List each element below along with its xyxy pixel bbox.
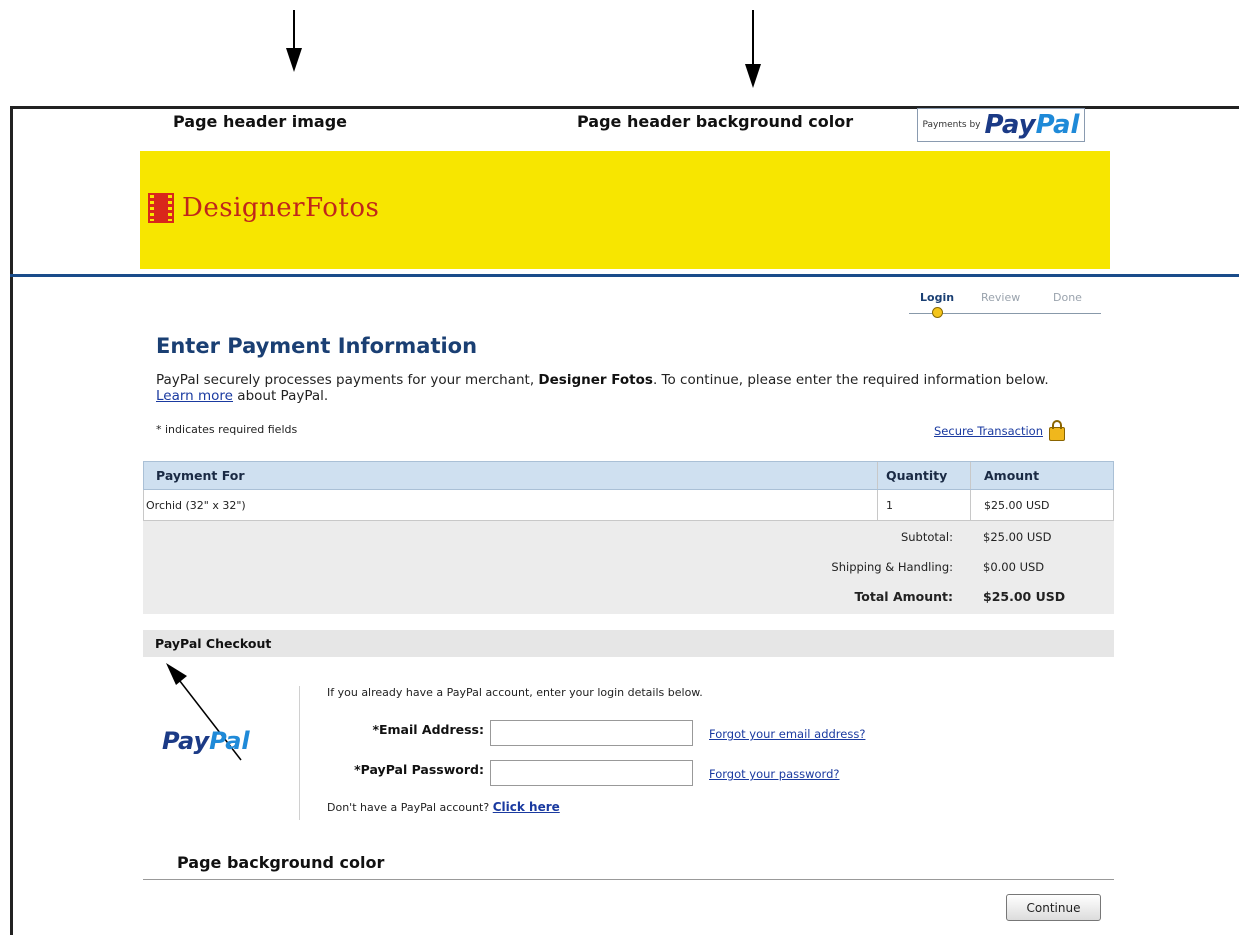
annotation-page-background-color: Page background color: [177, 853, 385, 872]
forgot-password-link[interactable]: Forgot your password?: [709, 767, 839, 781]
step-review: Review: [981, 291, 1021, 304]
paypal-logo-badge: PayPal: [984, 110, 1080, 140]
header-divider: [10, 274, 1239, 277]
subtotal-label: Subtotal:: [900, 530, 953, 544]
required-fields-note: * indicates required fields: [156, 423, 298, 436]
totals-block: Subtotal: $25.00 USD Shipping & Handling…: [143, 521, 1114, 614]
payments-by-text: Payments by: [922, 120, 981, 130]
merchant-logo: DesignerFotos: [148, 193, 379, 223]
annotation-arrowhead-header-image: [286, 48, 302, 72]
payments-by-paypal-badge: Payments by PayPal: [917, 108, 1085, 142]
header-quantity: Quantity: [886, 468, 948, 483]
email-label: *Email Address:: [372, 722, 484, 737]
header-amount: Amount: [984, 468, 1040, 483]
password-label: *PayPal Password:: [354, 762, 484, 777]
step-done: Done: [1053, 291, 1082, 304]
secure-transaction: Secure Transaction: [934, 420, 1065, 441]
bottom-divider: [143, 879, 1114, 880]
shipping-value: $0.00 USD: [983, 560, 1045, 574]
page-title: Enter Payment Information: [156, 334, 478, 358]
login-intro-text: If you already have a PayPal account, en…: [327, 686, 703, 699]
film-strip-icon: [148, 193, 174, 223]
subtotal-value: $25.00 USD: [983, 530, 1052, 544]
total-label: Total Amount:: [854, 589, 953, 604]
annotation-arrow-header-bg: [752, 10, 754, 65]
row-item: Orchid (32" x 32"): [146, 498, 246, 512]
row-quantity: 1: [886, 498, 893, 512]
paypal-checkout-section-title: PayPal Checkout: [143, 630, 1114, 657]
total-value: $25.00 USD: [983, 589, 1066, 604]
email-field[interactable]: [490, 720, 693, 746]
click-here-link[interactable]: Click here: [493, 800, 560, 814]
annotation-page-header-image: Page header image: [173, 112, 348, 131]
annotation-arrowhead-header-bg: [745, 64, 761, 88]
paypal-logo: PayPal: [162, 727, 250, 755]
lock-icon: [1048, 420, 1065, 441]
annotation-page-header-bg-color: Page header background color: [577, 112, 854, 131]
no-account-text: Don't have a PayPal account? Click here: [327, 800, 560, 814]
merchant-logo-text: DesignerFotos: [182, 193, 380, 223]
annotation-arrow-header-image: [293, 10, 295, 50]
login-divider: [299, 686, 300, 820]
intro-text: PayPal securely processes payments for y…: [156, 372, 1049, 404]
password-field[interactable]: [490, 760, 693, 786]
merchant-name: Designer Fotos: [538, 372, 653, 388]
header-payment-for: Payment For: [156, 468, 245, 483]
row-amount: $25.00 USD: [984, 498, 1050, 512]
step-login: Login: [920, 291, 955, 304]
forgot-email-link[interactable]: Forgot your email address?: [709, 727, 865, 741]
learn-more-link[interactable]: Learn more: [156, 388, 233, 404]
table-header: Payment For Quantity Amount: [143, 461, 1114, 490]
progress-indicator-dot: [932, 307, 943, 318]
table-row: Orchid (32" x 32") 1 $25.00 USD: [143, 490, 1114, 521]
shipping-label: Shipping & Handling:: [831, 560, 953, 574]
continue-button[interactable]: Continue: [1006, 894, 1101, 921]
payment-table: Payment For Quantity Amount Orchid (32" …: [143, 461, 1114, 614]
secure-transaction-link[interactable]: Secure Transaction: [934, 424, 1043, 438]
